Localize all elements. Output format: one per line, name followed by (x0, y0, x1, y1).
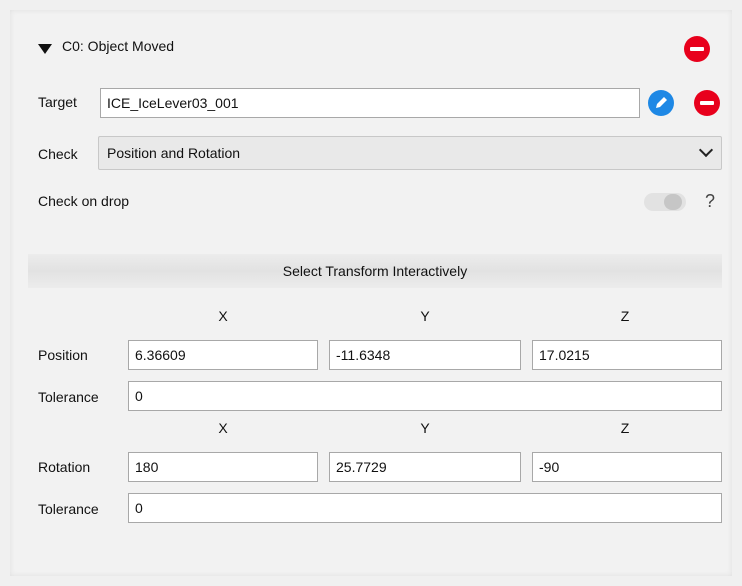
position-tolerance-field[interactable] (128, 381, 722, 411)
position-axis-x: X (218, 308, 228, 324)
chevron-down-icon (698, 142, 714, 158)
rotation-x-field[interactable] (128, 452, 318, 482)
remove-condition-button[interactable] (684, 36, 710, 62)
rotation-tolerance-label: Tolerance (38, 501, 99, 517)
check-on-drop-toggle[interactable] (644, 193, 686, 211)
select-transform-button[interactable]: Select Transform Interactively (28, 254, 722, 288)
rotation-y-field[interactable] (329, 452, 521, 482)
check-on-drop-label: Check on drop (38, 193, 130, 209)
condition-title: C0: Object Moved (62, 38, 175, 54)
remove-target-button[interactable] (694, 90, 720, 116)
check-label: Check (38, 146, 78, 162)
position-z-field[interactable] (532, 340, 722, 370)
toggle-knob (664, 194, 682, 210)
help-icon[interactable]: ? (705, 191, 715, 212)
edit-target-button[interactable] (648, 90, 674, 116)
position-label: Position (38, 347, 88, 363)
rotation-axis-z: Z (620, 420, 630, 436)
check-dropdown[interactable]: Position and Rotation (98, 136, 722, 170)
position-axis-z: Z (620, 308, 630, 324)
pencil-icon (656, 97, 667, 108)
target-label: Target (38, 94, 77, 110)
collapse-triangle-icon[interactable] (38, 44, 52, 54)
select-transform-label: Select Transform Interactively (282, 263, 468, 279)
rotation-tolerance-field[interactable] (128, 493, 722, 523)
position-x-field[interactable] (128, 340, 318, 370)
position-axis-y: Y (420, 308, 430, 324)
rotation-label: Rotation (38, 459, 91, 475)
position-tolerance-label: Tolerance (38, 389, 99, 405)
check-selected-value: Position and Rotation (107, 145, 241, 161)
rotation-axis-y: Y (420, 420, 430, 436)
target-field[interactable] (100, 88, 640, 118)
rotation-axis-x: X (218, 420, 228, 436)
position-y-field[interactable] (329, 340, 521, 370)
rotation-z-field[interactable] (532, 452, 722, 482)
